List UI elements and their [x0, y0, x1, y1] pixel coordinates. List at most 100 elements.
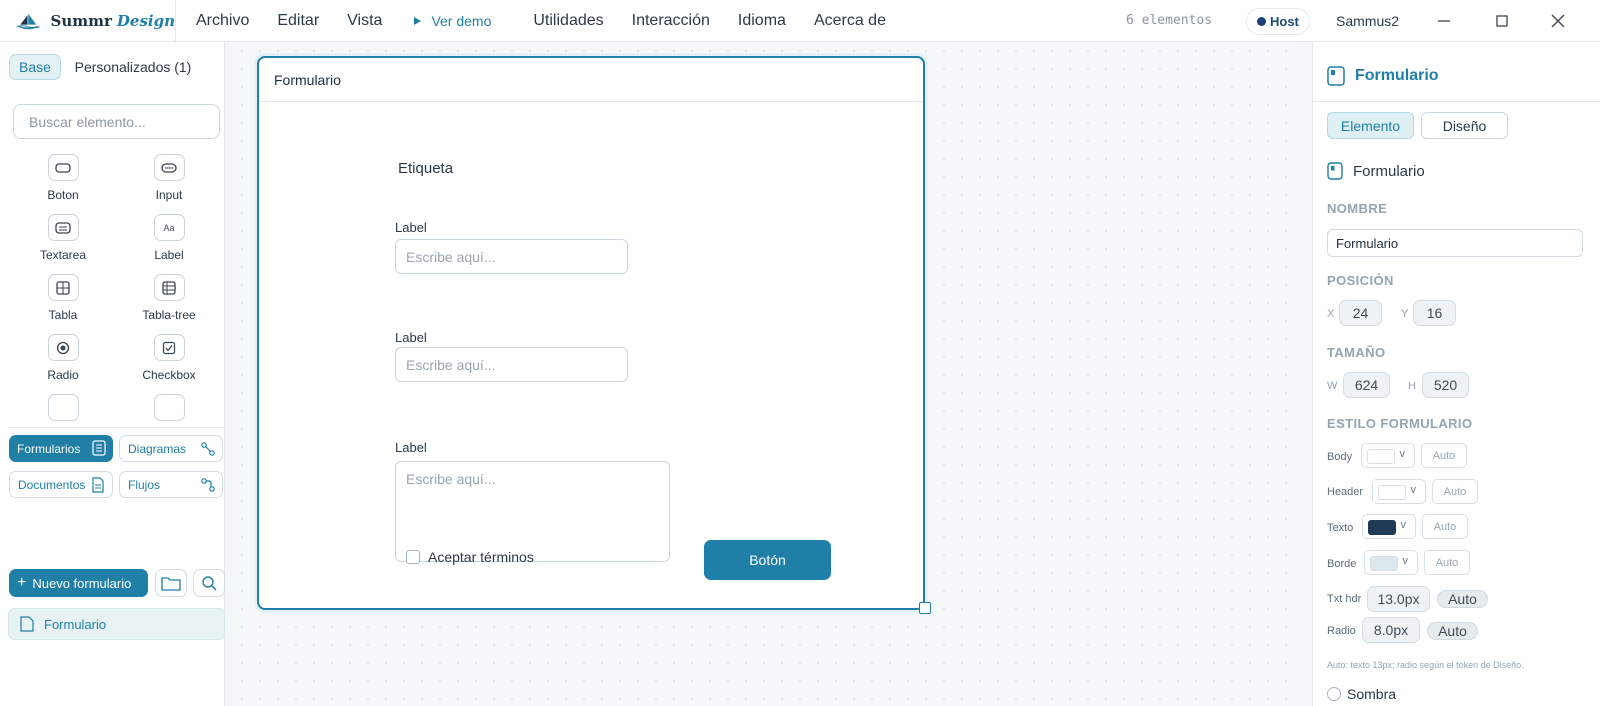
palette-item-tabla-tree[interactable]: Tabla-tree	[119, 274, 219, 322]
category-documentos[interactable]: Documentos	[9, 471, 113, 498]
menu-interaccion[interactable]: Interacción	[618, 0, 724, 42]
menu-acerca[interactable]: Acerca de	[800, 0, 900, 42]
palette-item-more[interactable]	[13, 394, 113, 421]
category-formularios[interactable]: Formularios	[9, 435, 113, 462]
pos-y-field[interactable]: 16	[1413, 300, 1456, 326]
size-h-field[interactable]: 520	[1422, 372, 1469, 398]
menu-archivo[interactable]: Archivo	[176, 0, 263, 42]
form-input-2[interactable]	[395, 347, 628, 382]
table-tree-icon	[153, 274, 185, 301]
shadow-toggle[interactable]: Sombra	[1327, 686, 1396, 702]
properties-panel: Formulario Elemento Diseño Formulario NO…	[1312, 42, 1600, 706]
radio-auto-button[interactable]: Auto	[1427, 622, 1478, 640]
form-element-icon	[1327, 66, 1345, 86]
category-flujos[interactable]: Flujos	[119, 471, 223, 498]
host-badge[interactable]: Host	[1246, 8, 1310, 35]
category-label: Flujos	[128, 477, 161, 492]
section-tamano: TAMAÑO	[1327, 345, 1386, 360]
open-folder-button[interactable]	[155, 569, 187, 597]
tab-elemento[interactable]: Elemento	[1327, 112, 1414, 139]
file-item-formulario[interactable]: Formulario	[8, 608, 225, 640]
size-w-field[interactable]: 624	[1343, 372, 1390, 398]
palette-label: Label	[154, 248, 184, 262]
palette-item-label[interactable]: Aa Label	[119, 214, 219, 262]
section-estilo: ESTILO FORMULARIO	[1327, 416, 1473, 431]
menu-vista[interactable]: Vista	[333, 0, 396, 42]
search-icon	[202, 576, 217, 591]
category-diagramas[interactable]: Diagramas	[119, 435, 223, 462]
top-bar: Summr Design Archivo Editar Vista Ver de…	[0, 0, 1600, 42]
header-color-select[interactable]: v	[1372, 479, 1426, 504]
minimize-button[interactable]	[1422, 0, 1466, 42]
field-label[interactable]: Label	[395, 440, 427, 455]
style-label-texto: Texto	[1327, 522, 1354, 534]
user-name[interactable]: Sammus2	[1336, 0, 1399, 42]
border-auto-button[interactable]: Auto	[1424, 550, 1470, 575]
button-icon	[47, 154, 79, 181]
element-count: 6 elementos	[1126, 13, 1213, 28]
terms-checkbox[interactable]: Aceptar términos	[406, 549, 534, 565]
text-color-select[interactable]: v	[1362, 514, 1416, 539]
element-sidebar: Base Personalizados (1) Boton Input Text…	[0, 42, 225, 706]
pos-x-label: X	[1327, 308, 1335, 320]
element-search-input[interactable]	[13, 104, 220, 139]
checkbox-icon	[153, 334, 185, 361]
section-nombre: NOMBRE	[1327, 201, 1388, 216]
pos-x-field[interactable]: 24	[1339, 300, 1382, 326]
header-auto-button[interactable]: Auto	[1432, 479, 1478, 504]
category-label: Documentos	[18, 477, 86, 492]
form-input-1[interactable]	[395, 239, 628, 274]
auto-hint: Auto: texto 13px; radio según el token d…	[1327, 660, 1524, 670]
txthdr-auto-button[interactable]: Auto	[1437, 590, 1488, 608]
close-button[interactable]	[1536, 0, 1580, 42]
form-doc-icon	[92, 440, 106, 456]
txthdr-field[interactable]: 13.0px	[1367, 586, 1430, 612]
color-swatch	[1370, 556, 1398, 571]
form-etiqueta[interactable]: Etiqueta	[398, 160, 453, 177]
field-label[interactable]: Label	[395, 330, 427, 345]
color-swatch	[1368, 520, 1396, 535]
palette-item-input[interactable]: Input	[119, 154, 219, 202]
close-icon	[1551, 14, 1565, 28]
palette-item-checkbox[interactable]: Checkbox	[119, 334, 219, 382]
demo-button[interactable]: Ver demo	[396, 0, 519, 42]
more-element-icon	[47, 394, 79, 421]
chevron-down-icon: v	[1399, 448, 1406, 460]
tab-base[interactable]: Base	[9, 54, 61, 80]
radio-field[interactable]: 8.0px	[1362, 617, 1420, 643]
palette-item-boton[interactable]: Boton	[13, 154, 113, 202]
maximize-icon	[1496, 15, 1508, 27]
resize-handle[interactable]	[919, 602, 931, 614]
palette-label: Checkbox	[142, 368, 196, 382]
border-color-select[interactable]: v	[1364, 550, 1418, 575]
search-forms-button[interactable]	[193, 569, 225, 597]
host-label: Host	[1270, 14, 1299, 29]
section-posicion: POSICIÓN	[1327, 273, 1394, 288]
palette-item-radio[interactable]: Radio	[13, 334, 113, 382]
menu-utilidades[interactable]: Utilidades	[519, 0, 617, 42]
brand-name: Summr	[50, 11, 112, 30]
menu-idioma[interactable]: Idioma	[724, 0, 800, 42]
text-auto-button[interactable]: Auto	[1422, 514, 1468, 539]
tab-diseno[interactable]: Diseño	[1421, 112, 1508, 139]
palette-item-textarea[interactable]: Textarea	[13, 214, 113, 262]
menu-editar[interactable]: Editar	[263, 0, 333, 42]
field-label[interactable]: Label	[395, 220, 427, 235]
app-logo[interactable]: Summr Design	[0, 0, 176, 42]
minimize-icon	[1438, 20, 1450, 22]
form-textarea[interactable]	[395, 461, 670, 562]
maximize-button[interactable]	[1480, 0, 1524, 42]
input-icon	[153, 154, 185, 181]
body-color-select[interactable]: v	[1361, 443, 1415, 468]
palette-item-more[interactable]	[119, 394, 219, 421]
form-button[interactable]: Botón	[704, 540, 831, 580]
palette-item-tabla[interactable]: Tabla	[13, 274, 113, 322]
body-auto-button[interactable]: Auto	[1421, 443, 1467, 468]
form-header[interactable]: Formulario	[259, 58, 923, 102]
tab-personalizados[interactable]: Personalizados (1)	[68, 54, 198, 80]
form-element[interactable]: Formulario Etiqueta Label Label Label Ac…	[257, 56, 931, 614]
category-label: Diagramas	[128, 441, 187, 456]
design-canvas[interactable]: Formulario Etiqueta Label Label Label Ac…	[233, 42, 1295, 706]
new-form-button[interactable]: + Nuevo formulario	[9, 569, 148, 597]
name-input[interactable]	[1327, 229, 1583, 257]
